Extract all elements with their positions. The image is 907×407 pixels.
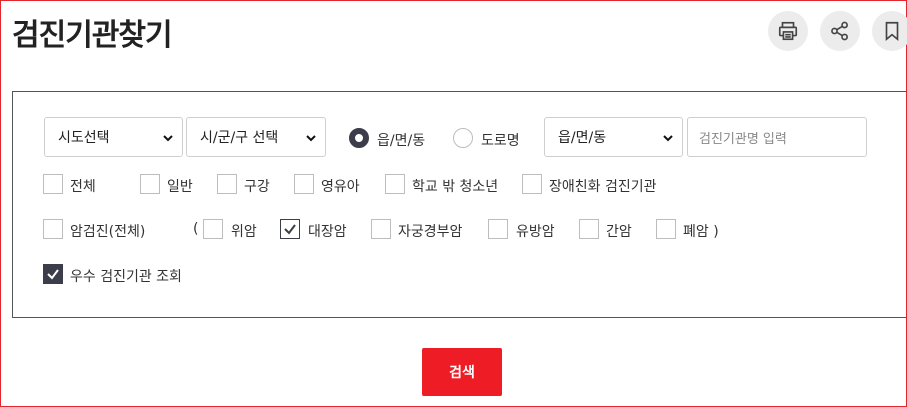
checkbox-disability-friendly-label: 장애친화 검진기관 — [549, 179, 657, 195]
chevron-down-icon — [663, 135, 673, 142]
checkbox-general[interactable] — [140, 174, 160, 194]
checkbox-stomach-cancer-label: 위암 — [231, 224, 257, 240]
share-icon — [831, 21, 848, 41]
bookmark-icon — [885, 21, 899, 42]
checkbox-out-of-school-youth-label: 학교 밖 청소년 — [412, 179, 499, 195]
search-button[interactable]: 검색 — [422, 348, 502, 396]
checkbox-out-of-school-youth[interactable] — [385, 174, 405, 194]
sigungu-select[interactable]: 시/군/구 선택 — [186, 117, 326, 157]
bookmark-button[interactable] — [872, 11, 907, 51]
checkbox-infant[interactable] — [294, 174, 314, 194]
checkbox-colon-cancer[interactable] — [280, 219, 300, 239]
check-icon — [284, 224, 296, 235]
checkbox-cancer-all[interactable] — [43, 219, 63, 239]
print-button[interactable] — [768, 11, 808, 51]
checkbox-lung-cancer[interactable] — [656, 219, 676, 239]
page-title: 검진기관찾기 — [12, 18, 173, 53]
sido-select[interactable]: 시도선택 — [44, 117, 183, 157]
checkbox-colon-cancer-label: 대장암 — [308, 224, 347, 240]
chevron-down-icon — [163, 135, 173, 142]
checkbox-liver-cancer[interactable] — [579, 219, 599, 239]
checkbox-excellent-institution[interactable] — [43, 264, 63, 284]
checkbox-cervical-cancer-label: 자궁경부암 — [398, 224, 463, 240]
sigungu-select-value: 시/군/구 선택 — [200, 130, 279, 146]
checkbox-lung-cancer-label: 폐암 ) — [683, 224, 719, 240]
checkbox-breast-cancer[interactable] — [488, 219, 508, 239]
checkbox-breast-cancer-label: 유방암 — [516, 224, 555, 240]
checkbox-disability-friendly[interactable] — [522, 174, 542, 194]
radio-eupmyeondong-label: 읍/면/동 — [377, 133, 426, 149]
chevron-down-icon — [306, 135, 316, 142]
checkbox-stomach-cancer[interactable] — [203, 219, 223, 239]
checkbox-cervical-cancer[interactable] — [371, 219, 391, 239]
radio-eupmyeondong[interactable] — [349, 128, 369, 148]
checkbox-oral-label: 구강 — [244, 179, 270, 195]
share-button[interactable] — [820, 11, 860, 51]
checkbox-oral[interactable] — [217, 174, 237, 194]
open-paren: ( — [193, 221, 199, 237]
checkbox-all[interactable] — [43, 174, 63, 194]
checkbox-general-label: 일반 — [167, 179, 193, 195]
checkbox-liver-cancer-label: 간암 — [606, 224, 632, 240]
radio-doromyeong[interactable] — [453, 128, 473, 148]
check-icon — [47, 269, 59, 280]
checkbox-infant-label: 영유아 — [321, 179, 360, 195]
eupmyeondong-select-value: 읍/면/동 — [558, 130, 607, 146]
checkbox-cancer-all-label: 암검진(전체) — [70, 224, 146, 240]
institution-name-placeholder: 검진기관명 입력 — [699, 131, 787, 147]
radio-doromyeong-label: 도로명 — [481, 133, 520, 149]
sido-select-value: 시도선택 — [58, 130, 110, 146]
printer-icon — [778, 21, 798, 41]
checkbox-all-label: 전체 — [70, 179, 96, 195]
institution-name-input[interactable]: 검진기관명 입력 — [687, 117, 867, 157]
eupmyeondong-select[interactable]: 읍/면/동 — [544, 117, 683, 157]
checkbox-excellent-institution-label: 우수 검진기관 조회 — [70, 269, 182, 285]
